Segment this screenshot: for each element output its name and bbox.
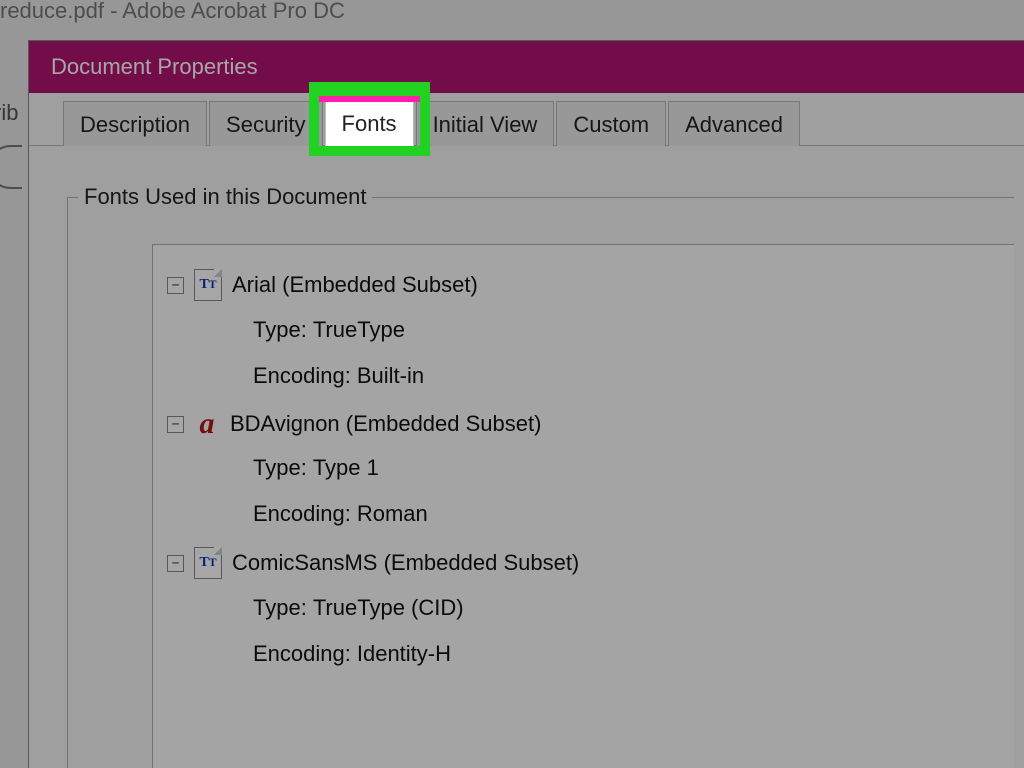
background-app-title: reduce.pdf - Adobe Acrobat Pro DC	[0, 0, 345, 24]
tab-initial-view[interactable]: Initial View	[416, 101, 555, 146]
font-entry: − a BDAvignon (Embedded Subset) Type: Ty…	[167, 403, 1006, 537]
font-header[interactable]: − TT Arial (Embedded Subset)	[167, 263, 1006, 307]
font-header[interactable]: − TT ComicSansMS (Embedded Subset)	[167, 541, 1006, 585]
tab-custom[interactable]: Custom	[556, 101, 666, 146]
font-encoding-value: Built-in	[357, 363, 424, 389]
tab-security[interactable]: Security	[209, 101, 322, 146]
background-decoration	[0, 145, 22, 189]
fonts-groupbox: Fonts Used in this Document − TT Arial (…	[67, 197, 1014, 768]
truetype-font-icon: TT	[194, 269, 222, 301]
tree-collapse-icon[interactable]: −	[167, 277, 184, 294]
font-encoding-value: Roman	[357, 501, 428, 527]
tab-fonts-highlighted[interactable]: Fonts	[325, 100, 414, 146]
font-type-value: Type 1	[313, 455, 379, 481]
font-encoding-label: Encoding:	[253, 501, 351, 527]
font-encoding-value: Identity-H	[357, 641, 451, 667]
dialog-title: Document Properties	[51, 54, 258, 80]
tab-advanced[interactable]: Advanced	[668, 101, 800, 146]
tree-collapse-icon[interactable]: −	[167, 416, 184, 433]
font-type-label: Type:	[253, 595, 307, 621]
font-encoding-row: Encoding: Identity-H	[167, 631, 1006, 677]
dialog-titlebar[interactable]: Document Properties	[29, 41, 1024, 93]
font-type-value: TrueType	[313, 317, 405, 343]
font-type-label: Type:	[253, 317, 307, 343]
font-encoding-row: Encoding: Built-in	[167, 353, 1006, 399]
background-sidebar-fragment: rib	[0, 100, 18, 126]
font-entry: − TT ComicSansMS (Embedded Subset) Type:…	[167, 541, 1006, 677]
fonts-tree: − TT Arial (Embedded Subset) Type: TrueT…	[152, 244, 1014, 768]
font-type-row: Type: TrueType	[167, 307, 1006, 353]
tab-row: Description Security Fonts Initial View …	[29, 93, 1024, 146]
font-name: ComicSansMS (Embedded Subset)	[232, 550, 579, 576]
fonts-groupbox-label: Fonts Used in this Document	[78, 184, 372, 210]
font-entry: − TT Arial (Embedded Subset) Type: TrueT…	[167, 263, 1006, 399]
font-type-row: Type: TrueType (CID)	[167, 585, 1006, 631]
tab-description[interactable]: Description	[63, 101, 207, 146]
font-name: BDAvignon (Embedded Subset)	[230, 411, 541, 437]
tree-collapse-icon[interactable]: −	[167, 555, 184, 572]
truetype-font-icon: TT	[194, 547, 222, 579]
font-encoding-label: Encoding:	[253, 363, 351, 389]
font-type-label: Type:	[253, 455, 307, 481]
font-type-value: TrueType (CID)	[313, 595, 464, 621]
font-type-row: Type: Type 1	[167, 445, 1006, 491]
font-encoding-row: Encoding: Roman	[167, 491, 1006, 537]
font-name: Arial (Embedded Subset)	[232, 272, 478, 298]
font-header[interactable]: − a BDAvignon (Embedded Subset)	[167, 403, 1006, 445]
type1-font-icon: a	[194, 409, 220, 439]
font-encoding-label: Encoding:	[253, 641, 351, 667]
document-properties-dialog: Document Properties Description Security…	[28, 40, 1024, 768]
